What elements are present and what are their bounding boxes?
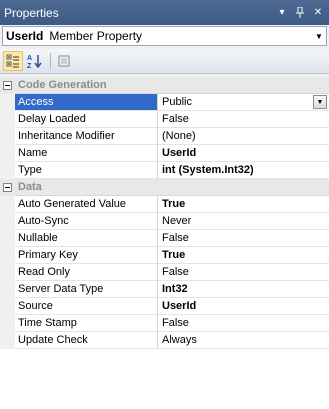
- property-name[interactable]: Read Only: [15, 264, 158, 281]
- property-value-text: False: [162, 317, 189, 329]
- gutter: [0, 145, 15, 162]
- gutter: [0, 298, 15, 315]
- property-name[interactable]: Primary Key: [15, 247, 158, 264]
- property-row[interactable]: Auto Generated Value True: [0, 196, 329, 213]
- gutter: [0, 247, 15, 264]
- gutter: [0, 332, 15, 349]
- property-name[interactable]: Type: [15, 162, 158, 179]
- chevron-down-icon[interactable]: ▼: [313, 95, 327, 109]
- property-name[interactable]: Delay Loaded: [15, 111, 158, 128]
- property-row[interactable]: Time Stamp False: [0, 315, 329, 332]
- properties-toolbar: A Z: [0, 49, 329, 74]
- property-row[interactable]: Type int (System.Int32): [0, 162, 329, 179]
- property-name[interactable]: Server Data Type: [15, 281, 158, 298]
- toolbar-separator: [50, 53, 51, 69]
- property-value-text: False: [162, 232, 189, 244]
- gutter: [0, 94, 15, 111]
- property-row[interactable]: Update Check Always: [0, 332, 329, 349]
- property-name[interactable]: Nullable: [15, 230, 158, 247]
- close-icon[interactable]: ✕: [311, 6, 325, 20]
- property-value[interactable]: Public ▼: [158, 94, 329, 111]
- property-value-text: True: [162, 249, 186, 261]
- property-value-text: False: [162, 113, 189, 125]
- gutter: [0, 162, 15, 179]
- property-value-text: Int32: [162, 283, 188, 295]
- property-value[interactable]: Int32: [158, 281, 329, 298]
- property-name[interactable]: Auto Generated Value: [15, 196, 158, 213]
- svg-text:A: A: [27, 55, 32, 62]
- gutter: [0, 179, 15, 196]
- property-row[interactable]: Inheritance Modifier (None): [0, 128, 329, 145]
- property-pages-icon[interactable]: [54, 51, 74, 71]
- property-name[interactable]: Time Stamp: [15, 315, 158, 332]
- property-row[interactable]: Read Only False: [0, 264, 329, 281]
- object-name: UserId: [6, 29, 44, 43]
- property-row[interactable]: Auto-Sync Never: [0, 213, 329, 230]
- category-row[interactable]: Data: [0, 179, 329, 196]
- property-value-text: Always: [162, 334, 197, 346]
- property-value[interactable]: (None): [158, 128, 329, 145]
- property-grid: Code Generation Access Public ▼ Delay Loaded…: [0, 77, 329, 409]
- object-type: Member Property: [49, 29, 143, 43]
- gutter: [0, 196, 15, 213]
- property-name[interactable]: Auto-Sync: [15, 213, 158, 230]
- property-row[interactable]: Access Public ▼: [0, 94, 329, 111]
- collapse-icon[interactable]: [3, 81, 12, 90]
- collapse-icon[interactable]: [3, 183, 12, 192]
- property-value[interactable]: Always: [158, 332, 329, 349]
- property-value-text: Public: [162, 96, 192, 108]
- property-value-text: (None): [162, 130, 196, 142]
- property-value[interactable]: False: [158, 315, 329, 332]
- gutter: [0, 315, 15, 332]
- property-row[interactable]: Server Data Type Int32: [0, 281, 329, 298]
- chevron-down-icon[interactable]: ▼: [312, 27, 326, 45]
- alphabetical-sort-icon[interactable]: A Z: [25, 51, 45, 71]
- property-value[interactable]: UserId: [158, 145, 329, 162]
- property-name[interactable]: Inheritance Modifier: [15, 128, 158, 145]
- property-name[interactable]: Update Check: [15, 332, 158, 349]
- gutter: [0, 213, 15, 230]
- svg-text:Z: Z: [27, 63, 32, 69]
- property-value[interactable]: False: [158, 230, 329, 247]
- property-value-text: True: [162, 198, 186, 210]
- property-name[interactable]: Access: [15, 94, 158, 111]
- property-value[interactable]: False: [158, 264, 329, 281]
- category-label: Data: [15, 179, 329, 196]
- dropdown-arrow-icon[interactable]: ▾: [275, 6, 289, 20]
- property-value-text: Never: [162, 215, 192, 227]
- gutter: [0, 111, 15, 128]
- object-selector[interactable]: UserId Member Property ▼: [2, 26, 327, 46]
- property-row[interactable]: Primary Key True: [0, 247, 329, 264]
- gutter: [0, 264, 15, 281]
- property-value-text: int (System.Int32): [162, 164, 254, 176]
- property-row[interactable]: Name UserId: [0, 145, 329, 162]
- property-value-text: UserId: [162, 300, 197, 312]
- property-value[interactable]: UserId: [158, 298, 329, 315]
- category-label: Code Generation: [15, 77, 329, 94]
- gutter: [0, 128, 15, 145]
- pin-icon[interactable]: [293, 6, 307, 20]
- title-bar: Properties ▾ ✕: [0, 0, 329, 25]
- property-value[interactable]: True: [158, 196, 329, 213]
- property-value[interactable]: Never: [158, 213, 329, 230]
- gutter: [0, 281, 15, 298]
- window-title: Properties: [4, 5, 59, 20]
- property-value[interactable]: int (System.Int32): [158, 162, 329, 179]
- gutter: [0, 230, 15, 247]
- gutter: [0, 77, 15, 94]
- categorized-view-icon[interactable]: [3, 51, 23, 71]
- property-value-text: False: [162, 266, 189, 278]
- property-row[interactable]: Delay Loaded False: [0, 111, 329, 128]
- property-row[interactable]: Nullable False: [0, 230, 329, 247]
- property-name[interactable]: Name: [15, 145, 158, 162]
- property-value-text: UserId: [162, 147, 197, 159]
- property-value[interactable]: False: [158, 111, 329, 128]
- property-row[interactable]: Source UserId: [0, 298, 329, 315]
- property-name[interactable]: Source: [15, 298, 158, 315]
- category-row[interactable]: Code Generation: [0, 77, 329, 94]
- property-value[interactable]: True: [158, 247, 329, 264]
